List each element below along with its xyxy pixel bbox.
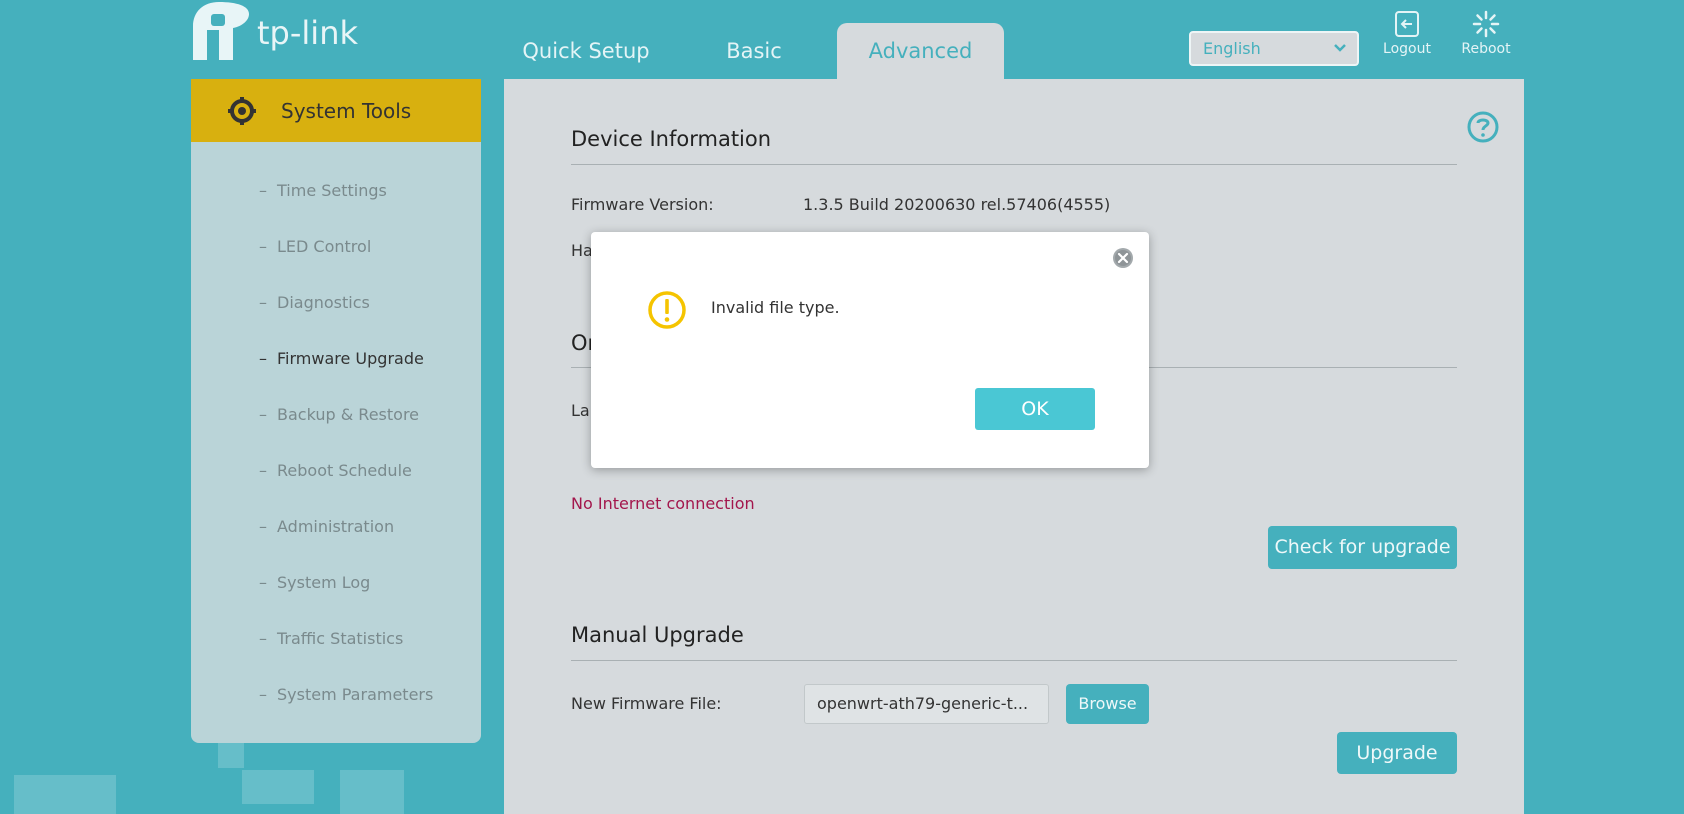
bullet: –	[259, 685, 267, 704]
reboot-button[interactable]: Reboot	[1451, 10, 1521, 57]
sidebar-section-system-tools[interactable]: System Tools	[191, 79, 481, 142]
bullet: –	[259, 405, 267, 424]
sidebar-item-administration[interactable]: – Administration	[259, 515, 394, 539]
bullet: –	[259, 349, 267, 368]
sidebar-item-label: Backup & Restore	[277, 405, 420, 424]
sidebar-item-system-log[interactable]: – System Log	[259, 571, 370, 595]
firmware-file-input[interactable]: openwrt-ath79-generic-t...	[804, 684, 1049, 724]
divider	[571, 660, 1457, 661]
tp-link-logo: tp-link	[191, 0, 381, 64]
tab-quick-setup[interactable]: Quick Setup	[516, 23, 656, 79]
new-firmware-file-label: New Firmware File:	[571, 694, 722, 713]
chevron-down-icon	[1334, 44, 1346, 52]
sidebar-item-label: System Log	[277, 573, 371, 592]
hardware-version-label: Ha	[571, 241, 593, 260]
sidebar-item-label: System Parameters	[277, 685, 434, 704]
background-decoration	[14, 775, 116, 814]
reboot-label: Reboot	[1461, 41, 1511, 57]
sidebar-item-reboot-schedule[interactable]: – Reboot Schedule	[259, 459, 412, 483]
bullet: –	[259, 181, 267, 200]
bullet: –	[259, 629, 267, 648]
reboot-icon	[1472, 10, 1500, 38]
no-internet-error: No Internet connection	[571, 494, 755, 513]
sidebar-item-led-control[interactable]: – LED Control	[259, 235, 371, 259]
error-dialog: Invalid file type. OK	[591, 232, 1149, 468]
bullet: –	[259, 237, 267, 256]
bullet: –	[259, 517, 267, 536]
background-decoration	[218, 740, 244, 768]
bullet: –	[259, 293, 267, 312]
sidebar-item-backup-restore[interactable]: – Backup & Restore	[259, 403, 419, 427]
sidebar-item-label: LED Control	[277, 237, 372, 256]
sidebar-item-label: Reboot Schedule	[277, 461, 412, 480]
sidebar-item-traffic-statistics[interactable]: – Traffic Statistics	[259, 627, 403, 651]
tab-basic[interactable]: Basic	[712, 23, 796, 79]
check-for-upgrade-button[interactable]: Check for upgrade	[1268, 526, 1457, 569]
bullet: –	[259, 461, 267, 480]
sidebar-item-diagnostics[interactable]: – Diagnostics	[259, 291, 370, 315]
logout-icon	[1395, 11, 1419, 37]
close-icon[interactable]	[1111, 246, 1135, 270]
brand-text: tp-link	[257, 14, 358, 52]
firmware-version-label: Firmware Version:	[571, 195, 714, 214]
gear-icon	[228, 96, 256, 125]
firmware-version-value: 1.3.5 Build 20200630 rel.57406(4555)	[803, 195, 1111, 214]
help-icon[interactable]	[1466, 110, 1500, 144]
sidebar-item-label: Administration	[277, 517, 395, 536]
ok-button[interactable]: OK	[975, 388, 1095, 430]
upgrade-button[interactable]: Upgrade	[1337, 732, 1457, 774]
divider	[571, 164, 1457, 165]
language-value: English	[1203, 39, 1261, 58]
sidebar-item-system-parameters[interactable]: – System Parameters	[259, 683, 433, 707]
sidebar: System Tools – Time Settings – LED Control…	[191, 79, 481, 743]
language-select[interactable]: English	[1189, 31, 1359, 66]
background-decoration	[340, 770, 404, 814]
device-information-title: Device Information	[571, 127, 772, 151]
sidebar-section-title: System Tools	[281, 98, 412, 123]
manual-upgrade-title: Manual Upgrade	[571, 623, 744, 647]
dialog-message: Invalid file type.	[711, 298, 840, 317]
sidebar-item-label: Diagnostics	[277, 293, 370, 312]
tab-advanced[interactable]: Advanced	[837, 23, 1004, 79]
background-decoration	[242, 770, 314, 804]
sidebar-item-firmware-upgrade[interactable]: – Firmware Upgrade	[259, 347, 424, 371]
logout-label: Logout	[1383, 41, 1431, 57]
latest-version-label: La	[571, 401, 590, 420]
logout-button[interactable]: Logout	[1372, 10, 1442, 57]
sidebar-item-time-settings[interactable]: – Time Settings	[259, 179, 387, 203]
bullet: –	[259, 573, 267, 592]
sidebar-item-label: Firmware Upgrade	[277, 349, 424, 368]
warning-icon	[648, 291, 686, 329]
sidebar-item-label: Traffic Statistics	[277, 629, 404, 648]
sidebar-item-label: Time Settings	[277, 181, 387, 200]
browse-button[interactable]: Browse	[1066, 684, 1149, 724]
